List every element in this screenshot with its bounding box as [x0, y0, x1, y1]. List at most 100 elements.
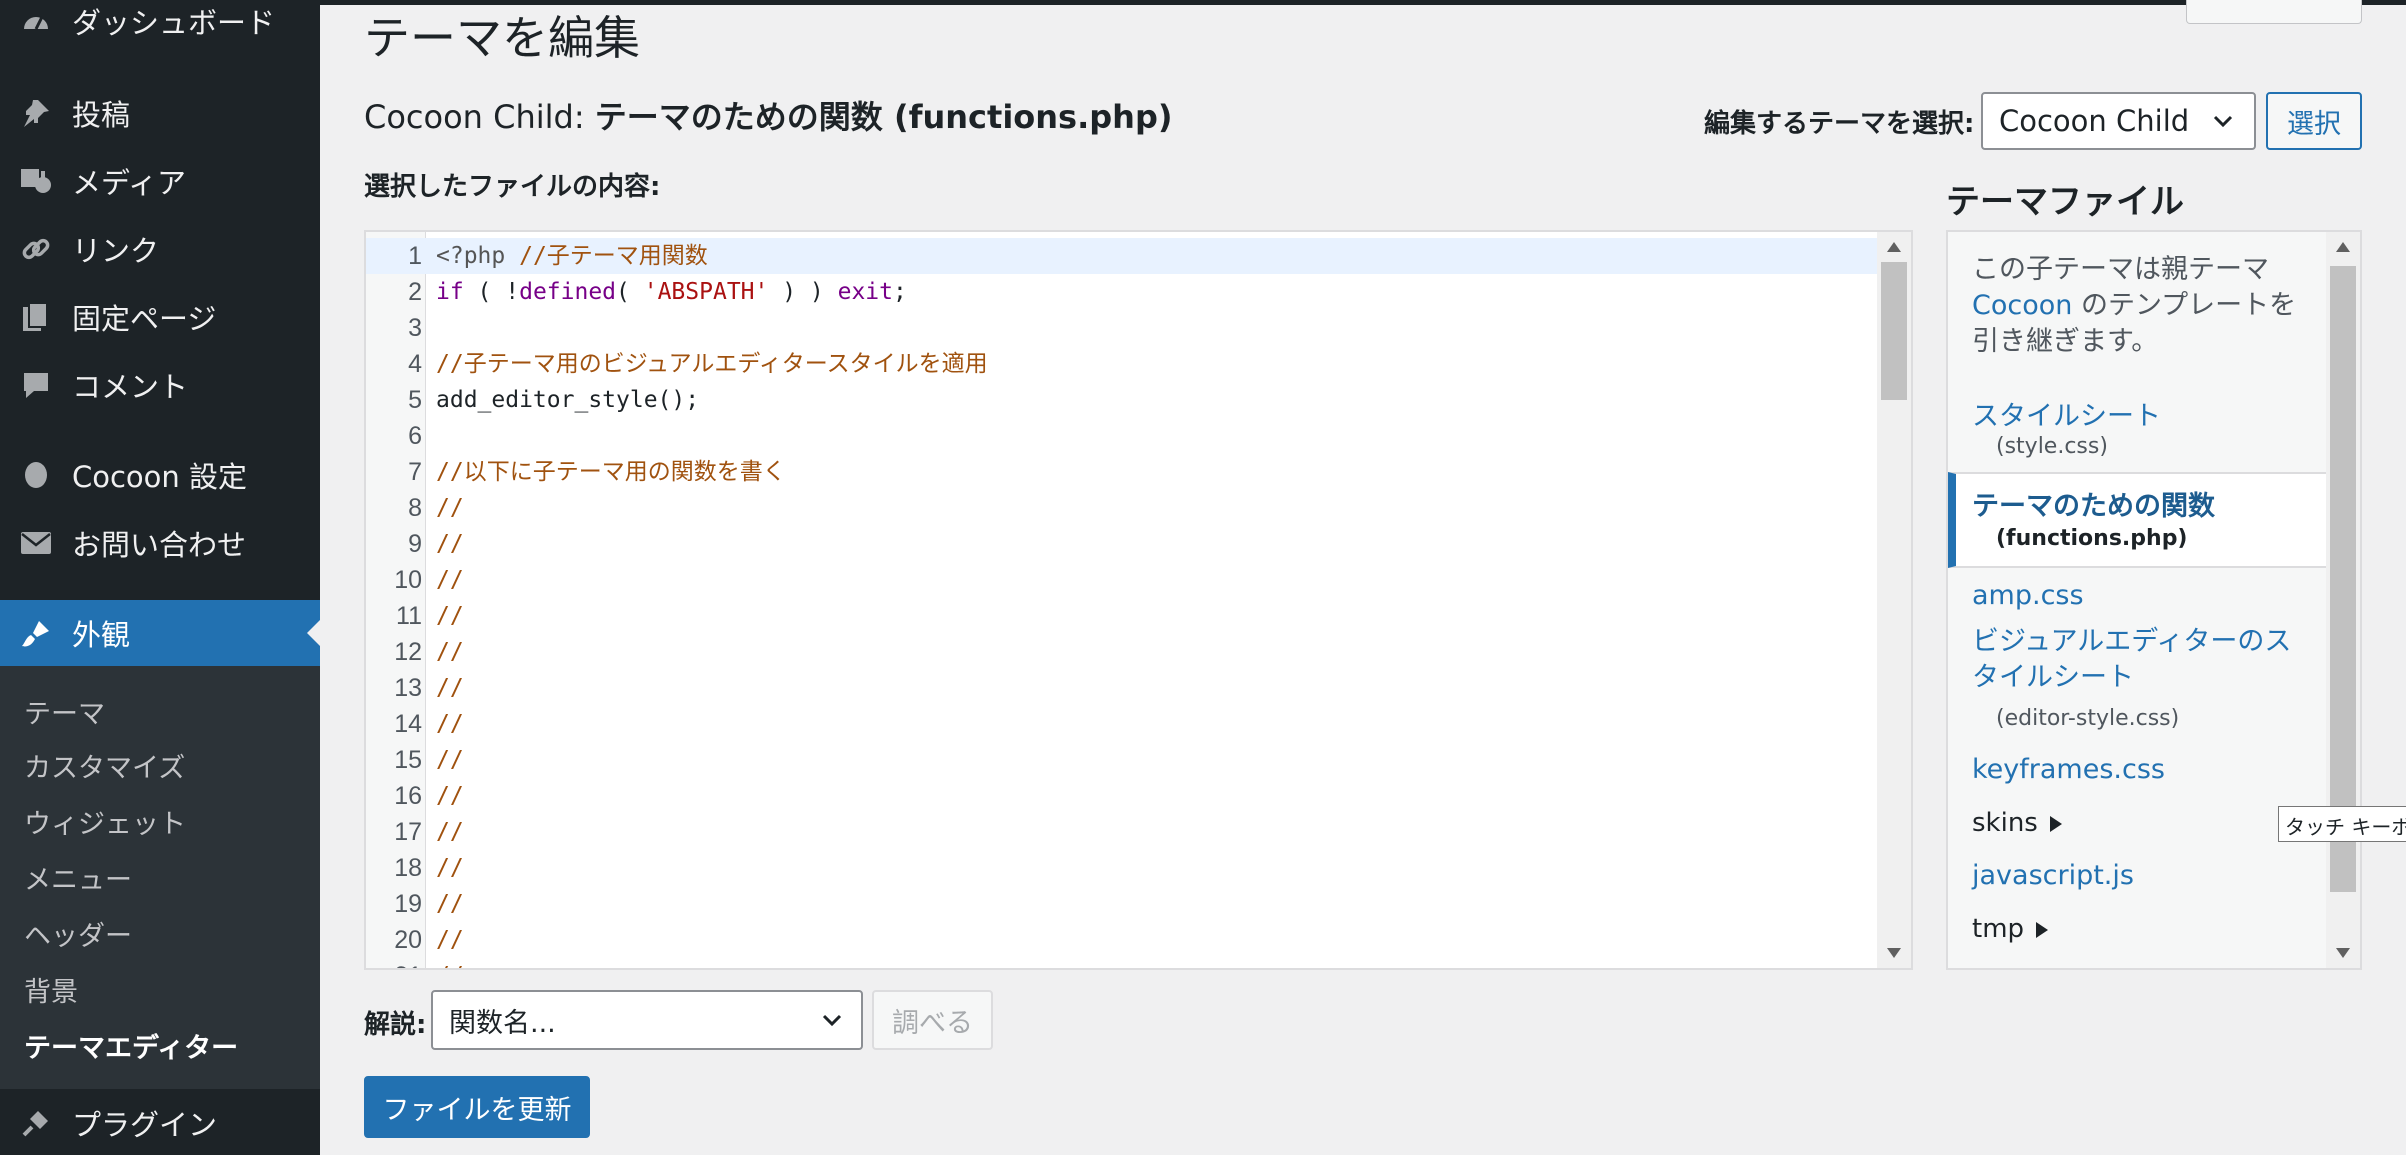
file-link-functions[interactable]: テーマのための関数: [1972, 484, 2215, 523]
submenu-item-background[interactable]: 背景: [24, 970, 78, 1009]
code-line[interactable]: 12 //: [366, 634, 1911, 670]
sidebar-item-pages[interactable]: 固定ページ: [0, 284, 320, 350]
code-token: //: [436, 783, 464, 809]
code-token: //: [436, 711, 464, 737]
file-heading-theme: Cocoon Child:: [364, 98, 595, 136]
code-text: //: [436, 706, 464, 742]
code-line[interactable]: 8 //: [366, 490, 1911, 526]
code-line[interactable]: 21 //: [366, 958, 1911, 968]
plugin-icon: [18, 1105, 54, 1141]
code-line[interactable]: 20 //: [366, 922, 1911, 958]
code-line[interactable]: 18 //: [366, 850, 1911, 886]
line-number: 14: [394, 710, 422, 738]
theme-select[interactable]: Cocoon Child: [1981, 92, 2256, 150]
code-line[interactable]: 14 //: [366, 706, 1911, 742]
code-token: 'ABSPATH': [643, 279, 769, 305]
sidebar-item-label: 外観: [72, 618, 131, 652]
sidebar-item-appearance[interactable]: 外観: [0, 600, 320, 666]
code-line[interactable]: 1 <?php //子テーマ用関数: [366, 238, 1911, 274]
file-link-stylesheet[interactable]: スタイルシート: [1972, 394, 2161, 433]
code-line[interactable]: 7 //以下に子テーマ用の関数を書く: [366, 454, 1911, 490]
scroll-down-arrow-icon[interactable]: [2336, 948, 2350, 958]
code-editor[interactable]: 1 <?php //子テーマ用関数 2 if ( !defined( 'ABSPATH…: [364, 230, 1913, 970]
code-line[interactable]: 9 //: [366, 526, 1911, 562]
scroll-down-arrow-icon[interactable]: [1887, 948, 1901, 958]
select-theme-button[interactable]: 選択: [2266, 92, 2362, 150]
sidebar-item-dashboard[interactable]: ダッシュボード: [0, 0, 320, 54]
pages-icon: [18, 299, 54, 335]
code-token: //: [436, 855, 464, 881]
lookup-button[interactable]: 調べる: [872, 990, 993, 1050]
submenu-item-widgets[interactable]: ウィジェット: [24, 802, 186, 841]
submenu-item-customize[interactable]: カスタマイズ: [24, 746, 185, 785]
sidebar-item-cocoon-settings[interactable]: Cocoon 設定: [0, 442, 320, 508]
code-token: //: [436, 891, 464, 917]
folder-tmp[interactable]: tmp: [1972, 914, 2049, 944]
code-line[interactable]: 19 //: [366, 886, 1911, 922]
sidebar-item-comments[interactable]: コメント: [0, 352, 320, 418]
file-link-functions-current[interactable]: テーマのための関数 (functions.php): [1948, 472, 2328, 568]
editor-scroll-thumb[interactable]: [1881, 262, 1907, 400]
code-text: //: [436, 670, 464, 706]
code-text: //子テーマ用のビジュアルエディタースタイルを適用: [436, 346, 988, 382]
file-link-keyframes-css[interactable]: keyframes.css: [1972, 754, 2165, 785]
code-line[interactable]: 6: [366, 418, 1911, 454]
submenu-item-menus[interactable]: メニュー: [24, 858, 132, 897]
sidebar-item-label: Cocoon 設定: [72, 460, 248, 494]
scroll-up-arrow-icon[interactable]: [2336, 242, 2350, 252]
comment-icon: [18, 367, 54, 403]
chevron-down-icon: [2213, 115, 2233, 128]
code-line[interactable]: 2 if ( !defined( 'ABSPATH' ) ) exit;: [366, 274, 1911, 310]
line-number: 11: [396, 602, 422, 630]
submenu-item-header[interactable]: ヘッダー: [24, 914, 132, 953]
theme-select-value: Cocoon Child: [1999, 104, 2190, 138]
code-line[interactable]: 15 //: [366, 742, 1911, 778]
line-number: 15: [394, 746, 422, 774]
code-line[interactable]: 13 //: [366, 670, 1911, 706]
note-text-before: この子テーマは親テーマ: [1972, 254, 2269, 285]
file-heading-file: テーマのための関数 (functions.php): [594, 98, 1173, 136]
code-token: add_editor_style();: [436, 387, 700, 413]
file-link-editor-style[interactable]: ビジュアルエディターのスタイルシート: [1972, 624, 2312, 696]
sidebar-item-label: 固定ページ: [72, 302, 217, 336]
sidebar-item-media[interactable]: メディア: [0, 148, 320, 214]
folder-skins[interactable]: skins: [1972, 808, 2062, 838]
sidebar-item-label: 投稿: [72, 98, 131, 132]
function-name-select[interactable]: 関数名...: [431, 990, 863, 1050]
code-token: ( !: [463, 279, 520, 305]
file-link-javascript-js[interactable]: javascript.js: [1972, 860, 2134, 891]
sidebar-item-label: プラグイン: [72, 1108, 218, 1142]
file-link-amp-css[interactable]: amp.css: [1972, 580, 2084, 611]
code-text: //: [436, 598, 464, 634]
code-token: //: [436, 603, 464, 629]
code-line[interactable]: 17 //: [366, 814, 1911, 850]
expand-arrow-icon: [2049, 815, 2062, 832]
files-scroll-thumb[interactable]: [2330, 266, 2356, 892]
files-scrollbar[interactable]: [2326, 232, 2360, 968]
update-file-button[interactable]: ファイルを更新: [364, 1076, 590, 1138]
parent-theme-link[interactable]: Cocoon: [1972, 290, 2072, 321]
line-number: 21: [366, 958, 422, 968]
submenu-item-theme-editor[interactable]: テーマエディター: [24, 1026, 238, 1065]
line-number: 13: [394, 674, 422, 702]
line-number: 5: [408, 386, 422, 414]
code-line[interactable]: 3: [366, 310, 1911, 346]
admin-top-bar: [0, 0, 2406, 5]
sidebar-item-posts[interactable]: 投稿: [0, 80, 320, 146]
code-line[interactable]: 16 //: [366, 778, 1911, 814]
file-name-functions-php: (functions.php): [1996, 526, 2188, 551]
line-number: 18: [394, 854, 422, 882]
code-line[interactable]: 10 //: [366, 562, 1911, 598]
editor-scrollbar[interactable]: [1877, 232, 1911, 968]
sidebar-item-contact[interactable]: お問い合わせ: [0, 510, 320, 576]
sidebar-item-plugins[interactable]: プラグイン: [0, 1090, 320, 1155]
sidebar-item-links[interactable]: リンク: [0, 216, 320, 282]
screen-options-tab[interactable]: [2186, 0, 2362, 24]
code-line[interactable]: 4 //子テーマ用のビジュアルエディタースタイルを適用: [366, 346, 1911, 382]
code-line[interactable]: 5 add_editor_style();: [366, 382, 1911, 418]
code-line[interactable]: 11 //: [366, 598, 1911, 634]
scroll-up-arrow-icon[interactable]: [1887, 242, 1901, 252]
line-number: 4: [408, 350, 422, 378]
submenu-item-themes[interactable]: テーマ: [24, 692, 105, 731]
line-number: 10: [394, 566, 422, 594]
